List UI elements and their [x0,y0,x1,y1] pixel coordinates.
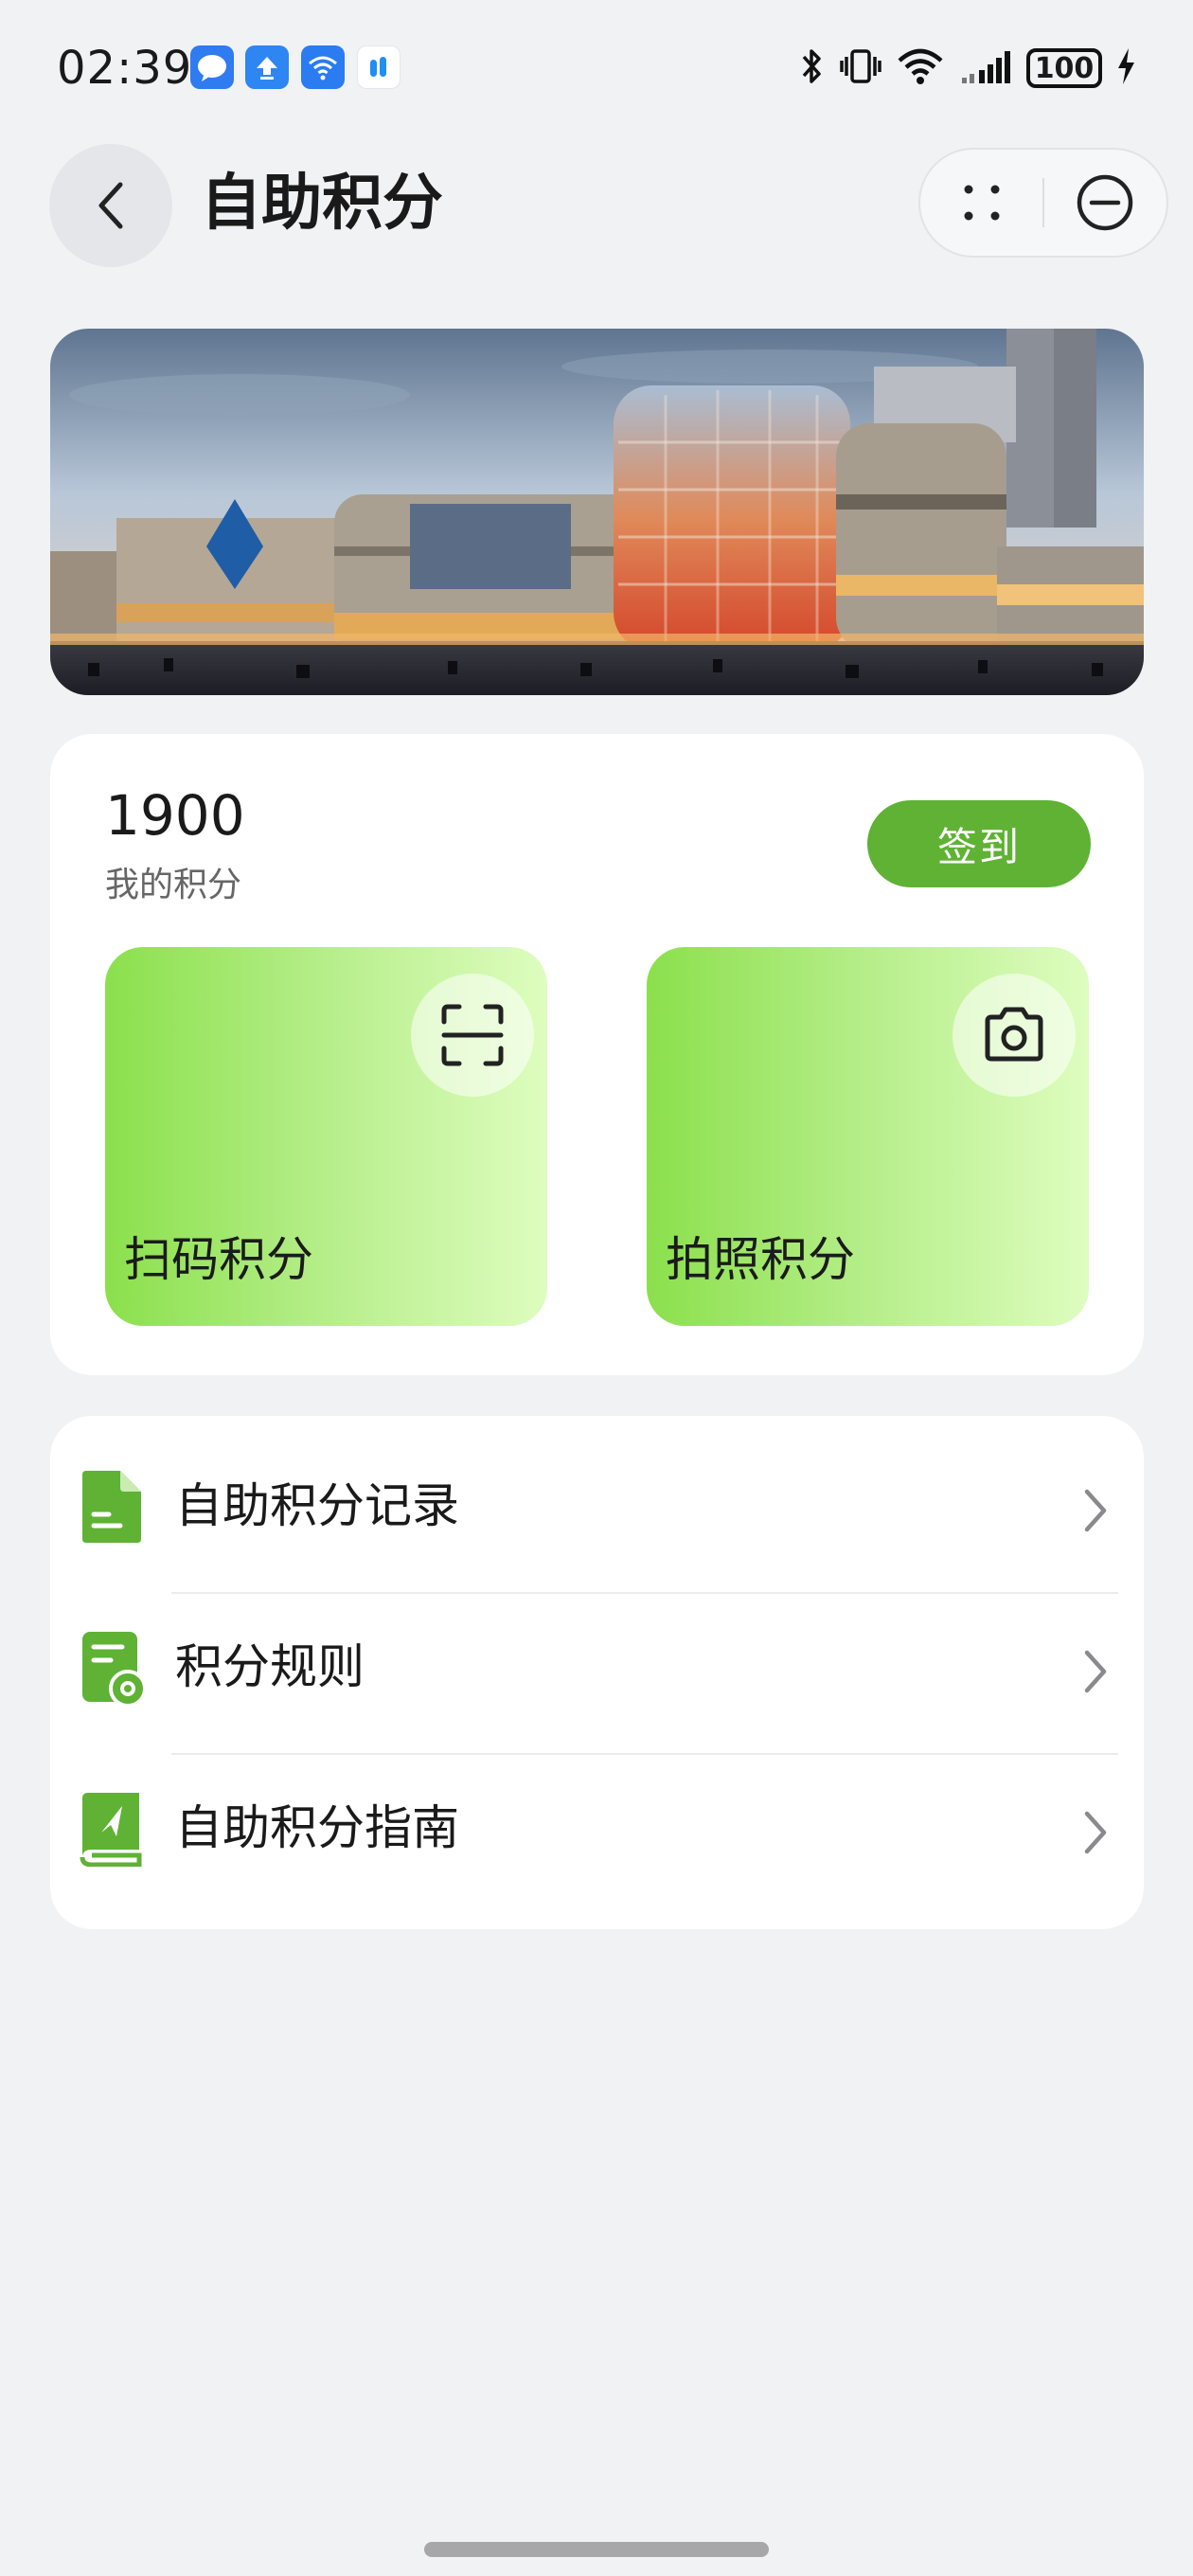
charging-icon [1115,45,1136,91]
bluetooth-icon [797,45,826,91]
vibrate-icon [839,45,882,91]
guide-book-icon [80,1793,142,1867]
menu-card: 自助积分记录 积分规则 自助积分指南 [50,1416,1144,1929]
photo-points-label: 拍照积分 [666,1232,855,1287]
points-label: 我的积分 [105,866,242,904]
minus-circle-icon [1077,174,1133,231]
page-title: 自助积分 [201,169,443,239]
back-button[interactable] [49,144,172,267]
menu-item-label: 自助积分记录 [175,1478,459,1533]
upload-icon [245,45,289,89]
chevron-right-icon [1084,1650,1107,1693]
photo-points-tile[interactable]: 拍照积分 [647,947,1089,1326]
scan-icon [441,1004,504,1066]
rules-icon [82,1632,145,1706]
camera-icon [985,1007,1043,1062]
document-icon [82,1471,141,1543]
menu-item-label: 积分规则 [175,1639,365,1694]
close-button[interactable] [1044,150,1166,256]
menu-item-label: 自助积分指南 [175,1800,459,1855]
menu-item-points-record[interactable]: 自助积分记录 [50,1416,1144,1577]
signin-button[interactable]: 签到 [867,800,1091,887]
home-indicator[interactable] [424,2542,769,2557]
wifi-icon [896,45,945,91]
scan-icon-badge [411,974,534,1097]
more-button[interactable] [920,150,1042,256]
app-screen: 02:39 100 自助积分 1900 我的积分 签到 扫码积分 拍照积分 自助… [0,0,1193,2576]
menu-item-points-rules[interactable]: 积分规则 [50,1577,1144,1738]
status-bar: 02:39 100 [0,0,1193,133]
mall-banner[interactable] [50,329,1144,695]
mall-banner-image [50,329,1144,695]
points-value: 1900 [105,783,245,848]
chevron-left-icon [98,182,123,229]
chevron-right-icon [1084,1489,1107,1532]
chevron-right-icon [1084,1811,1107,1854]
camera-icon-badge [953,974,1076,1097]
points-card: 1900 我的积分 签到 扫码积分 拍照积分 [50,734,1144,1375]
menu-item-points-guide[interactable]: 自助积分指南 [50,1738,1144,1899]
status-time: 02:39 [57,42,193,95]
mini-program-capsule [918,148,1168,258]
signal-icon [958,45,1013,91]
wifi-app-icon [301,45,345,89]
more-dots-icon [964,185,999,221]
message-icon [190,45,234,89]
scan-points-tile[interactable]: 扫码积分 [105,947,547,1326]
app-icon [357,45,401,89]
scan-points-label: 扫码积分 [124,1232,313,1287]
system-icons: 100 [797,44,1136,93]
battery-icon: 100 [1026,48,1102,88]
